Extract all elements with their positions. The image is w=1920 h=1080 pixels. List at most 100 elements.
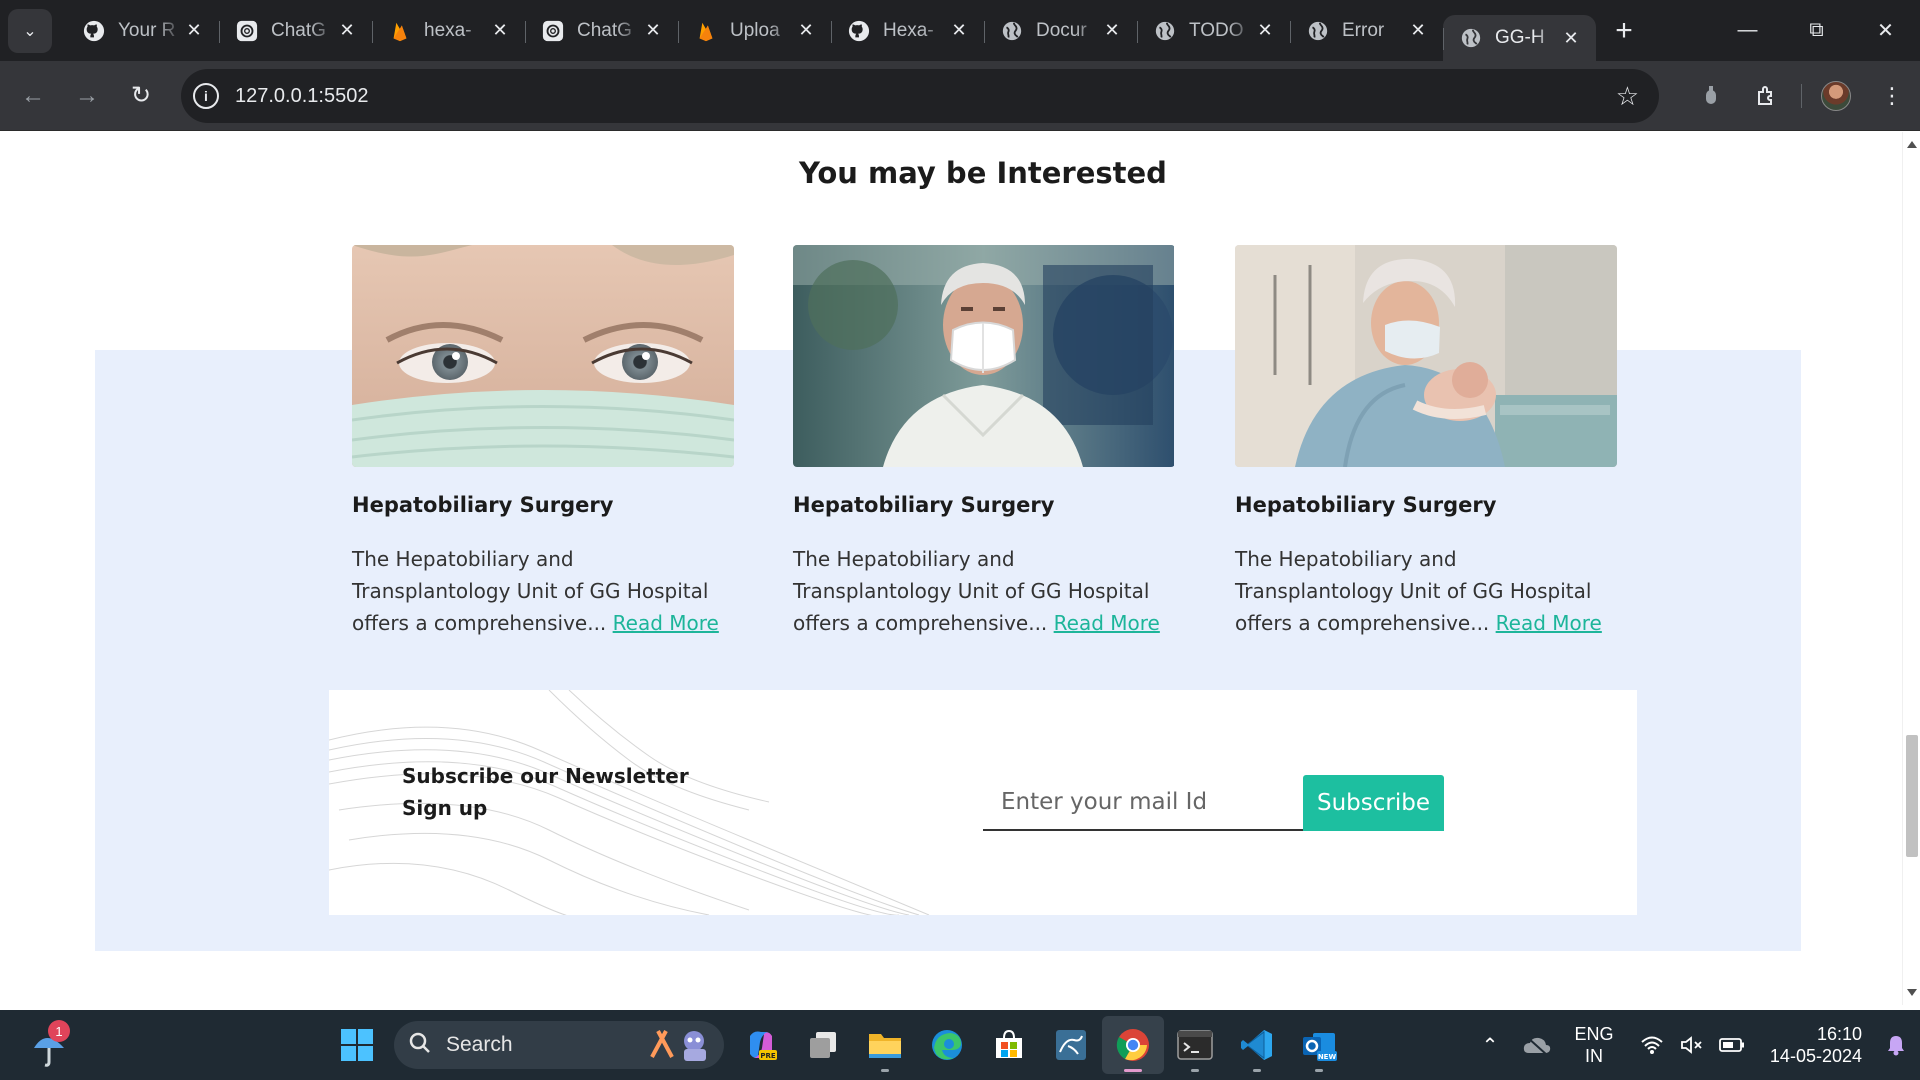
extensions-puzzle-icon[interactable] <box>1739 68 1795 124</box>
forward-button[interactable]: → <box>60 69 114 123</box>
close-icon[interactable]: ✕ <box>1560 27 1582 49</box>
running-indicator <box>1315 1069 1323 1072</box>
taskbar-search-box[interactable]: Search <box>394 1021 724 1069</box>
tab-title: Your R <box>118 19 176 41</box>
read-more-link[interactable]: Read More <box>613 611 719 635</box>
browser-tab[interactable]: ChatG ✕ <box>525 8 678 54</box>
browser-tab[interactable]: Hexa- ✕ <box>831 8 984 54</box>
read-more-link[interactable]: Read More <box>1496 611 1602 635</box>
read-more-link[interactable]: Read More <box>1054 611 1160 635</box>
url-text[interactable]: 127.0.0.1:5502 <box>235 85 368 108</box>
browser-tab[interactable]: Your R ✕ <box>66 8 219 54</box>
browser-tab[interactable]: Error ✕ <box>1290 8 1443 54</box>
taskbar-app-microsoft-store[interactable] <box>978 1016 1040 1074</box>
globe-icon <box>1306 19 1330 43</box>
search-icon <box>408 1031 432 1060</box>
newsletter-title-line2: Sign up <box>402 796 488 820</box>
close-icon[interactable]: ✕ <box>1407 20 1429 42</box>
taskbar-app-task-view[interactable] <box>792 1016 854 1074</box>
browser-menu-button[interactable]: ⋮ <box>1864 68 1920 124</box>
volume-muted-icon[interactable] <box>1672 1035 1712 1055</box>
browser-tab[interactable]: Uploa ✕ <box>678 8 831 54</box>
taskbar-app-mysql-workbench[interactable] <box>1040 1016 1102 1074</box>
close-icon: ✕ <box>1877 20 1894 42</box>
reload-icon: ↻ <box>130 82 152 109</box>
scrollbar-thumb[interactable] <box>1906 735 1918 857</box>
github-icon <box>82 19 106 43</box>
newsletter-title-line1: Subscribe our Newsletter <box>402 764 689 788</box>
close-icon[interactable]: ✕ <box>795 20 817 42</box>
toolbar-divider <box>1801 84 1802 108</box>
outlook-new-icon: NEW <box>1303 1033 1337 1061</box>
close-icon[interactable]: ✕ <box>183 20 205 42</box>
card-description: The Hepatobiliary and Transplantology Un… <box>1235 543 1617 639</box>
notification-badge: 1 <box>48 1020 70 1042</box>
card-image-elderly-man <box>793 245 1175 467</box>
github-icon <box>847 19 871 43</box>
browser-tab[interactable]: ChatG ✕ <box>219 8 372 54</box>
minimize-button[interactable]: — <box>1713 0 1782 61</box>
more-vertical-icon: ⋮ <box>1881 83 1903 108</box>
language-indicator[interactable]: ENG IN <box>1564 1023 1624 1067</box>
windows-start-button[interactable] <box>326 1016 388 1074</box>
clock[interactable]: 16:10 14-05-2024 <box>1752 1023 1862 1067</box>
taskbar-app-chrome[interactable] <box>1102 1016 1164 1074</box>
battery-icon[interactable] <box>1712 1037 1752 1053</box>
firebase-icon <box>388 19 412 43</box>
chevron-up-icon: ⌃ <box>1481 1034 1499 1057</box>
page-scrollbar[interactable] <box>1902 132 1920 1005</box>
taskbar-app-edge[interactable] <box>916 1016 978 1074</box>
close-icon[interactable]: ✕ <box>1254 20 1276 42</box>
globe-icon <box>1000 19 1024 43</box>
terminal-icon <box>1177 1030 1213 1060</box>
browser-tab[interactable]: hexa- ✕ <box>372 8 525 54</box>
newsletter-email-input[interactable] <box>983 775 1303 831</box>
extension-pin-icon[interactable] <box>1683 68 1739 124</box>
scroll-down-arrow-icon[interactable] <box>1907 989 1917 996</box>
taskbar-app-vscode[interactable] <box>1226 1016 1288 1074</box>
avatar <box>1821 81 1851 111</box>
onedrive-icon[interactable] <box>1510 1035 1564 1055</box>
arrow-left-icon: ← <box>21 81 45 109</box>
tab-strip: Your R ✕ ChatG ✕ hexa- ✕ ChatG ✕ Uploa ✕… <box>66 0 1644 61</box>
firebase-icon <box>694 19 718 43</box>
close-window-button[interactable]: ✕ <box>1851 0 1920 61</box>
address-bar[interactable]: i 127.0.0.1:5502 ☆ <box>181 69 1659 123</box>
browser-tab[interactable]: Docur ✕ <box>984 8 1137 54</box>
bookmark-star-icon[interactable]: ☆ <box>1616 81 1639 112</box>
section-title: You may be Interested <box>799 156 1167 190</box>
restore-button[interactable]: ⧉ <box>1782 0 1851 61</box>
show-hidden-icons-button[interactable]: ⌃ <box>1470 1033 1510 1058</box>
taskbar-app-file-explorer[interactable] <box>854 1016 916 1074</box>
back-button[interactable]: ← <box>6 69 60 123</box>
close-icon[interactable]: ✕ <box>1101 20 1123 42</box>
taskbar-app-terminal[interactable] <box>1164 1016 1226 1074</box>
site-info-icon[interactable]: i <box>193 83 219 109</box>
tab-search-button[interactable]: ⌄ <box>8 8 52 53</box>
newsletter-title: Subscribe our Newsletter Sign up <box>402 760 722 824</box>
close-icon[interactable]: ✕ <box>336 20 358 42</box>
newsletter-box: Subscribe our Newsletter Sign up Subscri… <box>329 690 1637 915</box>
browser-tab[interactable]: TODO ✕ <box>1137 8 1290 54</box>
profile-avatar-button[interactable] <box>1808 68 1864 124</box>
taskbar-app-outlook-new[interactable]: NEW <box>1288 1016 1350 1074</box>
reload-button[interactable]: ↻ <box>114 69 168 123</box>
svg-text:NEW: NEW <box>1318 1053 1337 1061</box>
scroll-up-arrow-icon[interactable] <box>1907 141 1917 148</box>
close-icon[interactable]: ✕ <box>948 20 970 42</box>
running-indicator <box>1124 1069 1142 1072</box>
taskbar-app-copilot[interactable]: PRE <box>730 1016 792 1074</box>
close-icon[interactable]: ✕ <box>489 20 511 42</box>
globe-icon <box>1459 26 1483 50</box>
wifi-icon[interactable] <box>1632 1035 1672 1055</box>
browser-tab-active[interactable]: GG-H ✕ <box>1443 15 1596 61</box>
close-icon[interactable]: ✕ <box>642 20 664 42</box>
subscribe-button[interactable]: Subscribe <box>1303 775 1444 831</box>
chatgpt-icon <box>235 19 259 43</box>
region-code: IN <box>1585 1046 1603 1066</box>
new-tab-button[interactable]: + <box>1604 11 1644 51</box>
card-image-surgeon-newborn <box>1235 245 1617 467</box>
notification-bell-icon[interactable] <box>1878 1034 1914 1056</box>
browser-toolbar: ← → ↻ i 127.0.0.1:5502 ☆ ⋮ <box>0 61 1920 131</box>
chatgpt-icon <box>541 19 565 43</box>
